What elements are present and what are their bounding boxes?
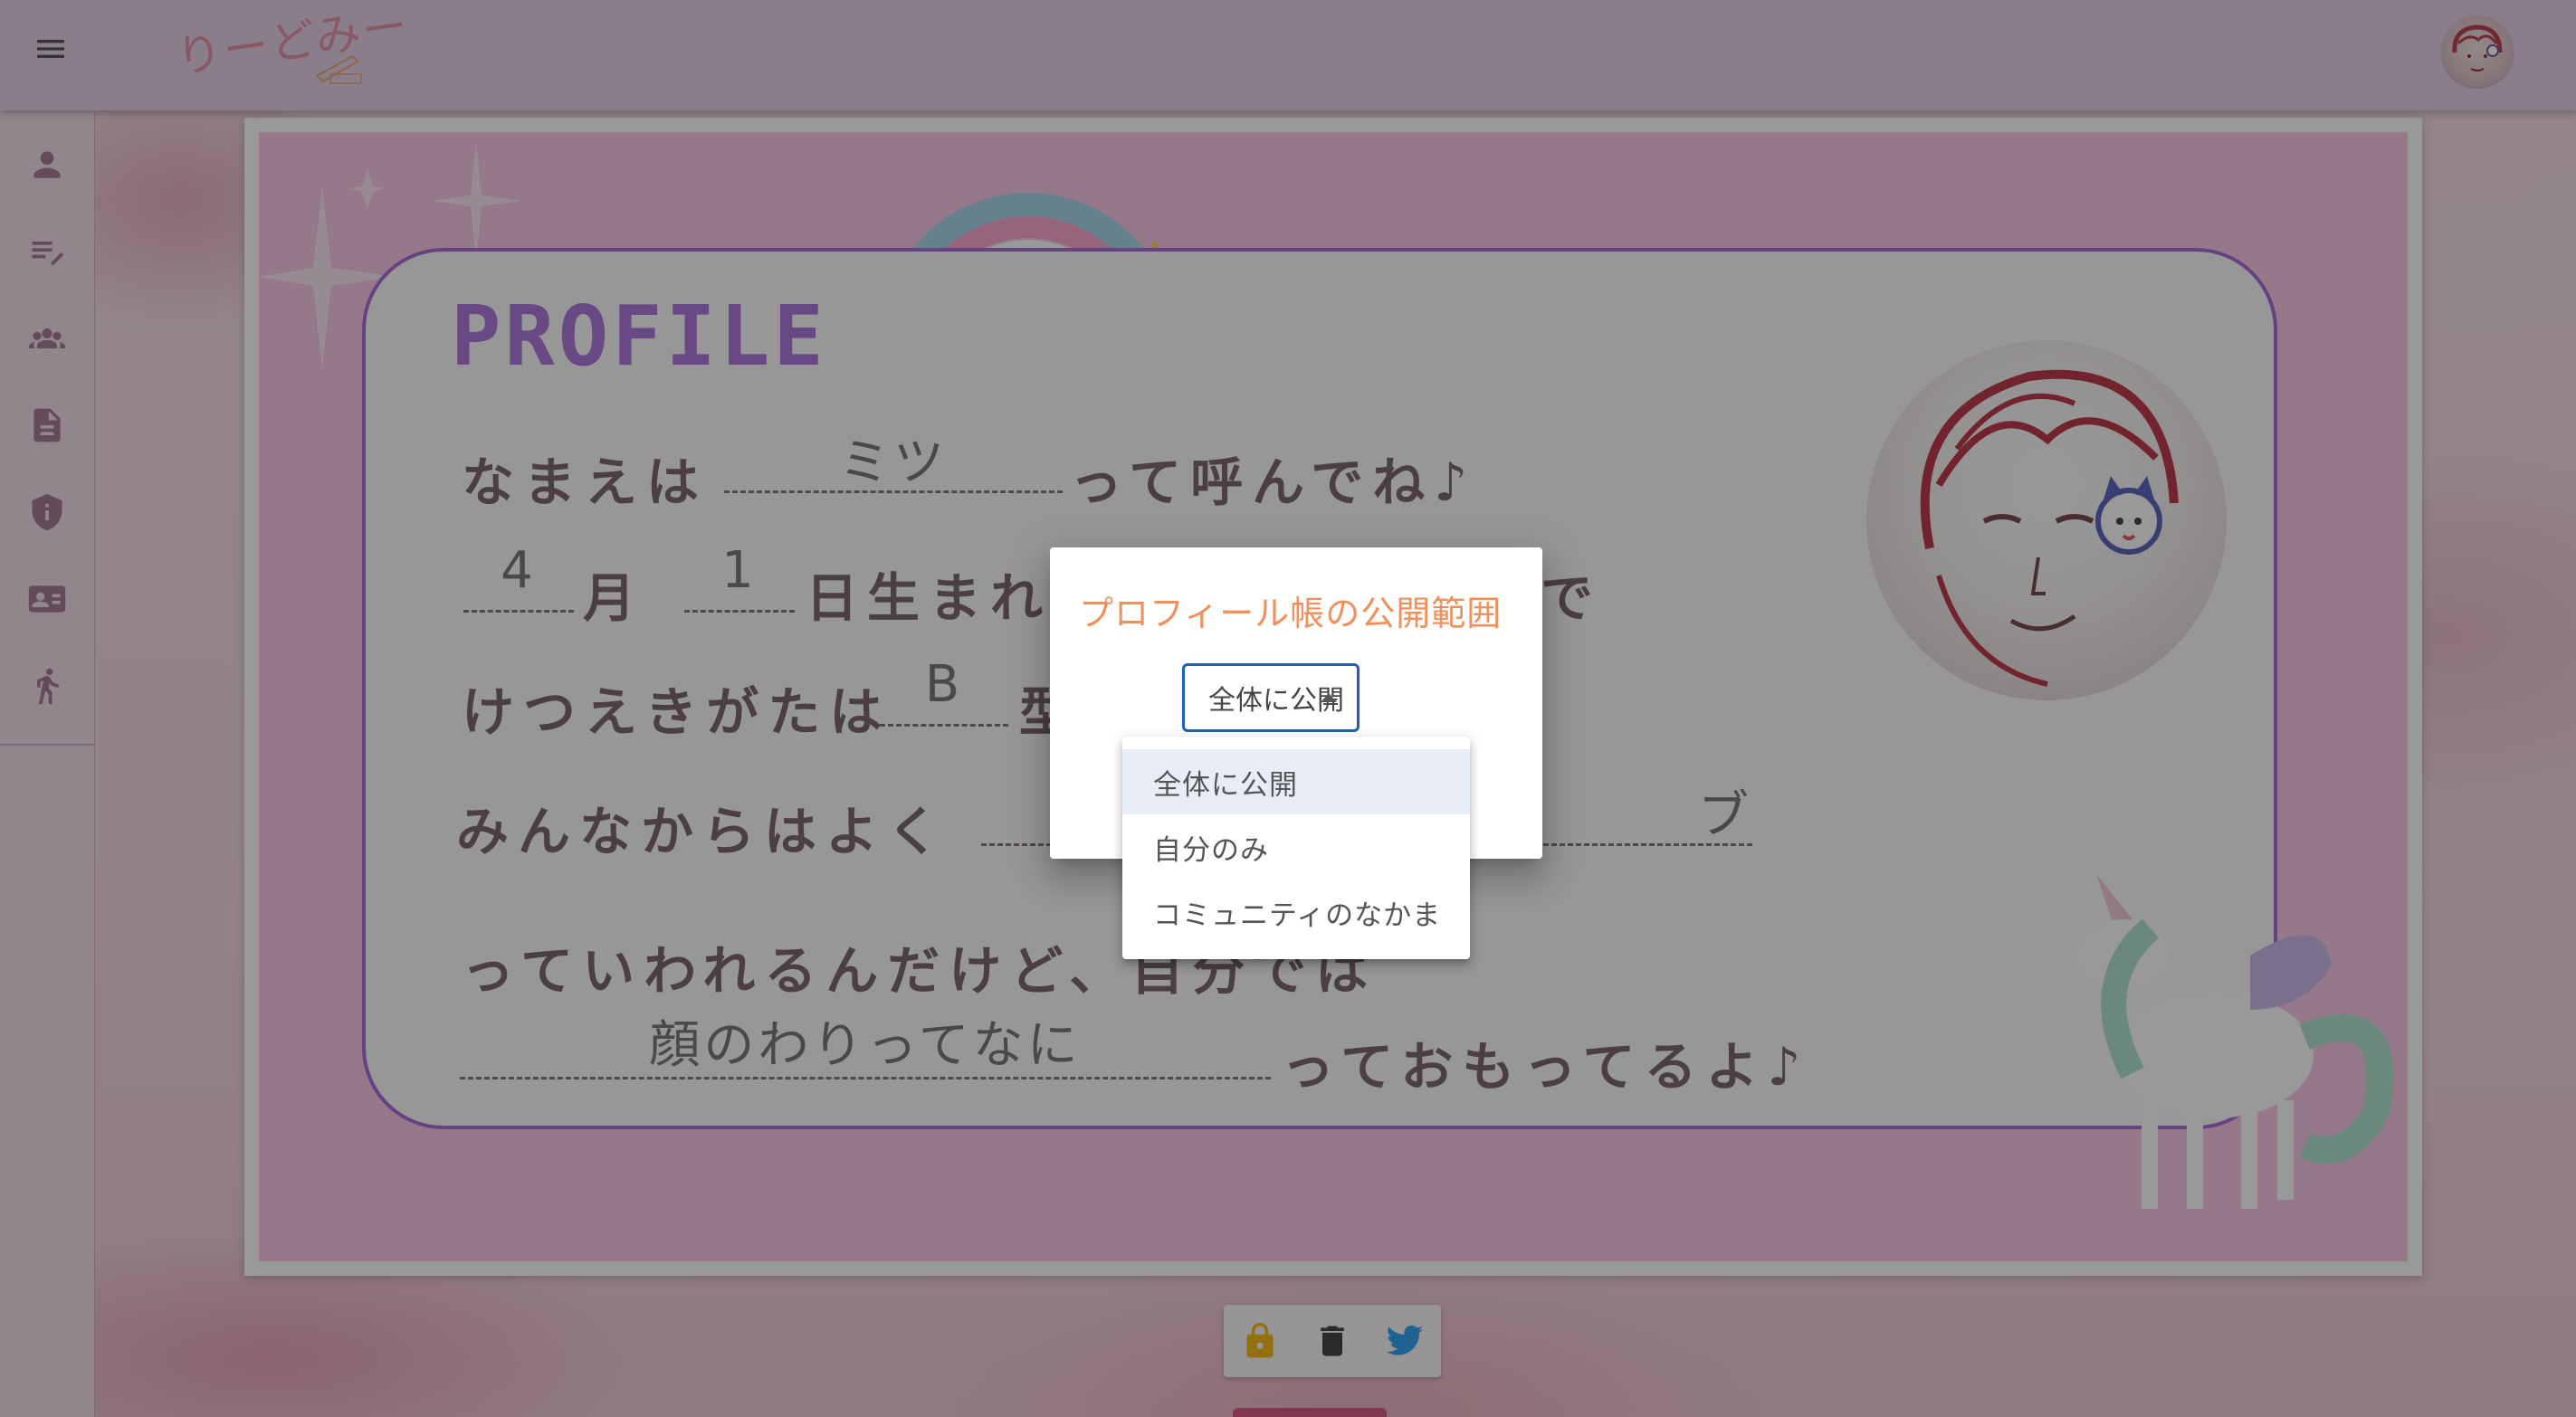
visibility-select[interactable]: 全体に公開	[1182, 663, 1360, 732]
dialog-title: プロフィール帳の公開範囲	[1079, 594, 1503, 633]
caret-up-icon	[1321, 693, 1337, 702]
option-private[interactable]: 自分のみ	[1122, 814, 1470, 880]
option-public[interactable]: 全体に公開	[1122, 749, 1470, 814]
visibility-options-menu: 全体に公開 自分のみ コミュニティのなかま	[1122, 737, 1470, 959]
option-community[interactable]: コミュニティのなかま	[1122, 880, 1470, 945]
